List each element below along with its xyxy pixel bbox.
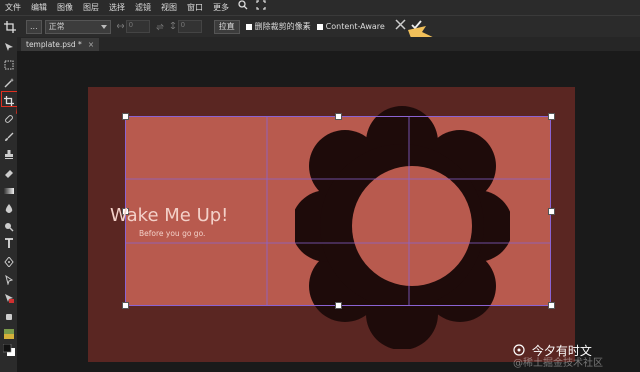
menu-layer[interactable]: 图层 — [78, 0, 104, 15]
delete-cropped-checkbox[interactable]: 删除裁剪的像素 — [245, 21, 311, 32]
marquee-tool-icon[interactable] — [2, 58, 15, 71]
close-icon[interactable]: × — [88, 40, 94, 49]
straighten-button[interactable]: 拉直 — [213, 19, 240, 34]
tab-title: template.psd * — [26, 40, 82, 49]
watermark: 今夕有时文 — [513, 342, 592, 359]
fullscreen-icon[interactable] — [252, 0, 270, 16]
swap-icon[interactable] — [155, 23, 164, 31]
eraser-tool-icon[interactable] — [2, 166, 15, 179]
document-tab[interactable]: template.psd * × — [21, 38, 100, 51]
tool-panel — [0, 37, 17, 372]
width-field[interactable]: 0 — [125, 20, 150, 33]
type-tool-icon[interactable] — [2, 237, 15, 250]
crop-handle-top-right[interactable] — [548, 113, 555, 120]
menu-view[interactable]: 视图 — [156, 0, 182, 15]
document-headline: Wake Me Up! — [110, 205, 229, 226]
move-tool-icon[interactable] — [2, 40, 15, 53]
chevron-down-icon — [100, 22, 107, 31]
document-tab-bar: template.psd * × — [17, 37, 640, 51]
menu-filter[interactable]: 滤镜 — [130, 0, 156, 15]
menu-edit[interactable]: 编辑 — [26, 0, 52, 15]
crop-handle-bottom-right[interactable] — [548, 302, 555, 309]
document-subline: Before you go go. — [139, 229, 206, 238]
magic-wand-icon[interactable] — [2, 76, 15, 89]
menu-bar: 文件 编辑 图像 图层 选择 滤镜 视图 窗口 更多 — [0, 0, 640, 15]
menu-image[interactable]: 图像 — [52, 0, 78, 15]
options-bar: ... 正常 0 0 拉直 删除裁剪的像素 Content-Aware — [0, 15, 640, 37]
hand-tool-icon[interactable] — [2, 309, 15, 322]
pen-tool-icon[interactable] — [2, 255, 15, 268]
mode-select[interactable]: 正常 — [44, 19, 111, 34]
menu-more[interactable]: 更多 — [208, 0, 234, 15]
crop-handle-top-left[interactable] — [122, 113, 129, 120]
mode-select-value: 正常 — [48, 22, 65, 31]
width-icon — [116, 22, 124, 31]
menu-file[interactable]: 文件 — [0, 0, 26, 15]
width-control: 0 — [116, 20, 150, 33]
blur-tool-icon[interactable] — [2, 202, 15, 215]
crop-tool-icon[interactable] — [4, 20, 16, 33]
content-aware-checkbox[interactable]: Content-Aware — [316, 22, 385, 31]
height-control: 0 — [170, 20, 202, 33]
crop-handle-top[interactable] — [335, 113, 342, 120]
checkbox-box — [245, 23, 252, 30]
checkbox-box — [316, 23, 323, 30]
crop-handle-bottom[interactable] — [335, 302, 342, 309]
menu-window[interactable]: 窗口 — [182, 0, 208, 15]
crop-handle-right[interactable] — [548, 208, 555, 215]
dodge-tool-icon[interactable] — [2, 220, 15, 233]
search-icon[interactable] — [234, 0, 252, 16]
path-select-icon[interactable] — [2, 273, 15, 286]
shape-tool-icon[interactable] — [2, 291, 15, 304]
gradient-tool-icon[interactable] — [2, 184, 15, 197]
content-aware-label: Content-Aware — [325, 22, 385, 31]
height-field[interactable]: 0 — [177, 20, 202, 33]
menu-select[interactable]: 选择 — [104, 0, 130, 15]
zoom-tool-icon[interactable] — [2, 327, 15, 340]
delete-cropped-label: 删除裁剪的像素 — [254, 22, 311, 31]
ratio-select[interactable]: ... — [26, 19, 42, 34]
crop-handle-bottom-left[interactable] — [122, 302, 129, 309]
color-swatches-icon[interactable] — [2, 343, 15, 356]
watermark-logo-icon — [513, 344, 525, 359]
height-icon — [170, 21, 176, 31]
watermark-text: 今夕有时文 — [531, 344, 592, 358]
